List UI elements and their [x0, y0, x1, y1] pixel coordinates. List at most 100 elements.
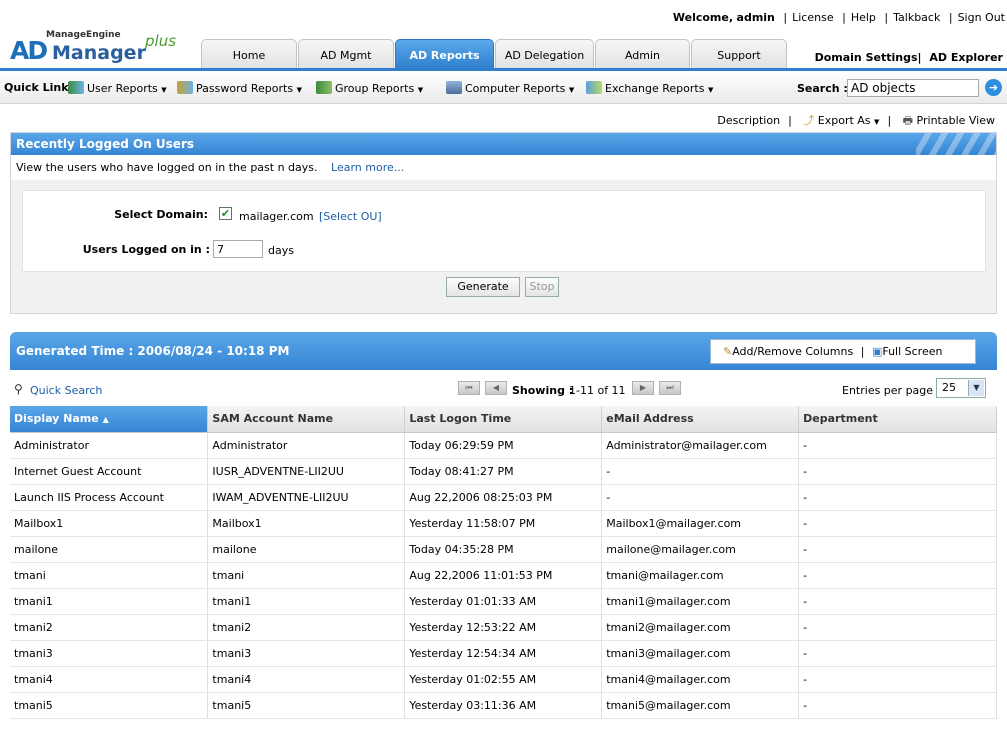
tab-support[interactable]: Support — [691, 39, 787, 69]
learn-more-link[interactable]: Learn more... — [331, 161, 404, 174]
table-row[interactable]: Launch IIS Process Account IWAM_ADVENTNE-… — [10, 484, 997, 511]
cell-display-name: Internet Guest Account — [10, 458, 209, 485]
search-go-icon[interactable]: ➔ — [985, 79, 1002, 96]
printer-icon: 🖶 — [902, 114, 914, 127]
select-ou-link[interactable]: [Select OU] — [319, 210, 382, 223]
cell-department: - — [798, 614, 997, 641]
cell-email: - — [601, 458, 800, 485]
exchange-reports-menu[interactable]: Exchange Reports ▼ — [586, 81, 713, 95]
results-header: Generated Time : 2006/08/24 - 10:18 PM ✎… — [10, 332, 997, 370]
password-icon — [177, 81, 193, 94]
report-criteria-panel: Recently Logged On Users View the users … — [10, 132, 997, 314]
cell-department: - — [798, 640, 997, 667]
entries-per-page-select[interactable]: 25 ▼ — [936, 378, 986, 398]
cell-email: tmani2@mailager.com — [601, 614, 800, 641]
panel-description: View the users who have logged on in the… — [11, 155, 996, 180]
cell-display-name: tmani3 — [10, 640, 209, 667]
cell-sam-account: tmani1 — [207, 588, 406, 615]
exchange-icon — [586, 81, 602, 94]
cell-last-logon: Yesterday 03:11:36 AM — [404, 692, 603, 719]
col-sam-account-name[interactable]: SAM Account Name — [207, 406, 406, 433]
computer-reports-menu[interactable]: Computer Reports ▼ — [446, 81, 574, 95]
cell-last-logon: Today 08:41:27 PM — [404, 458, 603, 485]
cell-sam-account: tmani2 — [207, 614, 406, 641]
cell-email: Administrator@mailager.com — [601, 432, 800, 459]
cell-last-logon: Today 06:29:59 PM — [404, 432, 603, 459]
sign-out-link[interactable]: Sign Out — [958, 11, 1005, 24]
export-icon: ⤴ — [803, 114, 815, 127]
prev-page-icon[interactable]: ◀ — [485, 381, 507, 395]
tab-ad-reports[interactable]: AD Reports — [395, 39, 494, 69]
col-last-logon-time[interactable]: Last Logon Time — [404, 406, 603, 433]
days-unit: days — [268, 244, 294, 257]
search-icon: ⚲ — [14, 382, 23, 396]
tab-home[interactable]: Home — [201, 39, 297, 69]
cell-department: - — [798, 692, 997, 719]
group-icon — [316, 81, 332, 94]
table-row[interactable]: tmani tmani Aug 22,2006 11:01:53 PM tmani@m… — [10, 562, 997, 589]
table-row[interactable]: mailone mailone Today 04:35:28 PM mailone@m… — [10, 536, 997, 563]
cell-display-name: Mailbox1 — [10, 510, 209, 537]
table-row[interactable]: tmani3 tmani3 Yesterday 12:54:34 AM tmani3@… — [10, 640, 997, 667]
showing-range: 1-11 of 11 — [569, 384, 626, 397]
domain-links: Domain Settings| AD Explorer — [814, 51, 1003, 64]
talkback-link[interactable]: Talkback — [893, 11, 940, 24]
ad-explorer-link[interactable]: AD Explorer — [929, 51, 1003, 64]
domain-settings-link[interactable]: Domain Settings — [815, 51, 918, 64]
users-icon — [68, 81, 84, 94]
search-input[interactable] — [847, 79, 979, 97]
cell-department: - — [798, 562, 997, 589]
select-domain-label: Select Domain: — [114, 208, 208, 221]
add-remove-columns-link[interactable]: Add/Remove Columns — [732, 345, 853, 358]
domain-checkbox[interactable]: ✔ — [219, 207, 232, 220]
cell-display-name: Administrator — [10, 432, 209, 459]
user-reports-menu[interactable]: User Reports ▼ — [68, 81, 167, 95]
domain-name: mailager.com — [239, 210, 314, 223]
tab-ad-mgmt[interactable]: AD Mgmt — [298, 39, 394, 69]
table-row[interactable]: tmani2 tmani2 Yesterday 12:53:22 AM tmani2@… — [10, 614, 997, 641]
logo-manager: Manager — [52, 42, 146, 64]
cell-sam-account: tmani — [207, 562, 406, 589]
table-header-row: Display Name ▲ SAM Account Name Last Log… — [10, 406, 997, 433]
cell-email: tmani3@mailager.com — [601, 640, 800, 667]
showing-label: Showing : — [512, 384, 574, 397]
next-page-icon[interactable]: ▶ — [632, 381, 654, 395]
full-screen-link[interactable]: Full Screen — [882, 345, 942, 358]
report-actions: Description | ⤴ Export As ▼ | 🖶 Printable … — [717, 114, 995, 127]
cell-sam-account: Administrator — [207, 432, 406, 459]
col-department[interactable]: Department — [798, 406, 997, 433]
full-screen-icon: ▣ — [871, 345, 883, 358]
group-reports-menu[interactable]: Group Reports ▼ — [316, 81, 423, 95]
password-reports-label: Password Reports — [196, 82, 294, 95]
table-row[interactable]: tmani5 tmani5 Yesterday 03:11:36 AM tmani5@… — [10, 692, 997, 719]
table-row[interactable]: tmani4 tmani4 Yesterday 01:02:55 AM tmani4@… — [10, 666, 997, 693]
last-page-icon[interactable]: ⏭ — [659, 381, 681, 395]
tab-admin[interactable]: Admin — [595, 39, 690, 69]
license-link[interactable]: License — [792, 11, 833, 24]
description-link[interactable]: Description — [717, 114, 780, 127]
col-display-name[interactable]: Display Name ▲ — [10, 406, 209, 433]
computer-reports-label: Computer Reports — [465, 82, 566, 95]
table-row[interactable]: Mailbox1 Mailbox1 Yesterday 11:58:07 PM Mai… — [10, 510, 997, 537]
cell-display-name: tmani2 — [10, 614, 209, 641]
password-reports-menu[interactable]: Password Reports ▼ — [177, 81, 302, 95]
cell-department: - — [798, 588, 997, 615]
col-email-address[interactable]: eMail Address — [601, 406, 800, 433]
stop-button[interactable]: Stop — [525, 277, 559, 297]
cell-last-logon: Aug 22,2006 08:25:03 PM — [404, 484, 603, 511]
table-row[interactable]: Administrator Administrator Today 06:29:59… — [10, 432, 997, 459]
table-row[interactable]: tmani1 tmani1 Yesterday 01:01:33 AM tmani1@… — [10, 588, 997, 615]
cell-email: tmani4@mailager.com — [601, 666, 800, 693]
generate-button[interactable]: Generate — [446, 277, 520, 297]
days-label: Users Logged on in : — [82, 243, 210, 256]
cell-last-logon: Yesterday 12:54:34 AM — [404, 640, 603, 667]
help-link[interactable]: Help — [851, 11, 876, 24]
table-row[interactable]: Internet Guest Account IUSR_ADVENTNE-LII2… — [10, 458, 997, 485]
tab-ad-delegation[interactable]: AD Delegation — [495, 39, 594, 69]
days-input[interactable] — [213, 240, 263, 258]
printable-view-link[interactable]: Printable View — [917, 114, 995, 127]
export-as-menu[interactable]: Export As — [818, 114, 871, 127]
quick-search-link[interactable]: Quick Search — [30, 384, 102, 397]
cell-last-logon: Today 04:35:28 PM — [404, 536, 603, 563]
first-page-icon[interactable]: ⏮ — [458, 381, 480, 395]
